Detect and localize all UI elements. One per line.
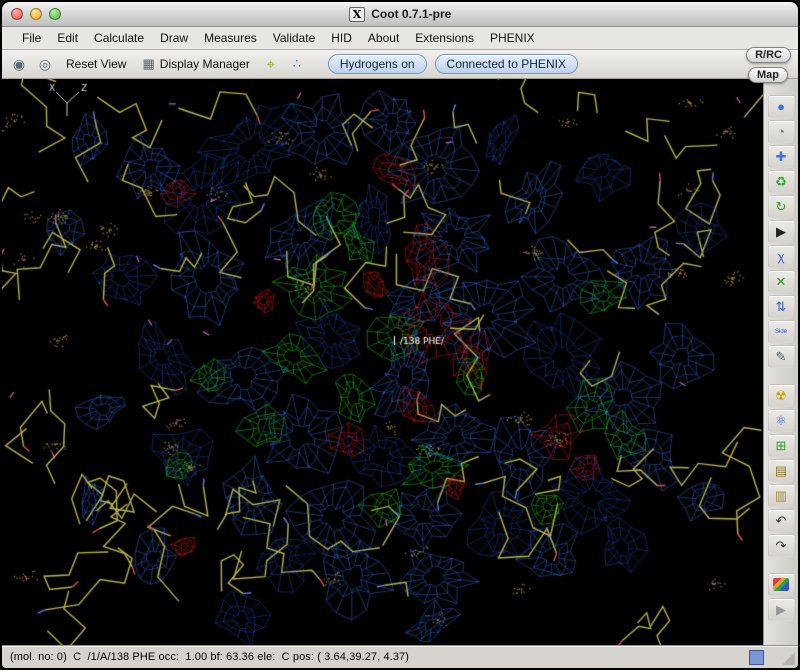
rrc-button[interactable]: R/RC — [746, 47, 791, 63]
toolbar-circle-icon-2[interactable]: ◎ — [36, 56, 54, 73]
display-manager-icon: ▦ — [142, 56, 154, 72]
auto-fit-rotamer-icon[interactable]: ↻ — [768, 195, 795, 218]
status-indicator — [749, 650, 764, 665]
flip-peptide-icon: ⇅ — [776, 300, 787, 313]
title-bar[interactable]: X Coot 0.7.1-pre — [2, 2, 798, 27]
toolbar-expand-icon: ▶ — [776, 603, 786, 616]
place-atom-icon: ▤ — [775, 464, 787, 477]
run-refmac-icon: ☢ — [775, 389, 787, 402]
menu-item-measures[interactable]: Measures — [196, 29, 265, 47]
modelling-toolbar: ● ◔ ✚ ♻ ↻ ▶ χ ✕ ⇅ Side ✎ ☢ ⚛ ⊞ ▤ ▥ ↶ ↷ ▶ — [763, 79, 798, 645]
go-to-atom-icon[interactable]: ∴ — [288, 56, 306, 72]
edit-chi-angles-icon: χ — [778, 250, 785, 263]
menu-item-file[interactable]: File — [14, 29, 49, 47]
close-window-button[interactable] — [11, 8, 23, 20]
main-toolbar: ◉ ◎ Reset View ▦ Display Manager ⌖ ∴ Hyd… — [2, 50, 798, 79]
mutate-residue-icon[interactable]: ✎ — [768, 345, 795, 368]
run-refmac-icon[interactable]: ☢ — [768, 384, 795, 407]
rotamers-icon[interactable]: ▶ — [768, 220, 795, 243]
window-title: X Coot 0.7.1-pre — [2, 2, 798, 26]
rotate-translate-icon[interactable]: ♻ — [768, 170, 795, 193]
add-terminal-residue-icon: ⊞ — [776, 439, 787, 452]
flip-peptide-icon[interactable]: ⇅ — [768, 295, 795, 318]
undo-icon: ↶ — [776, 514, 787, 527]
status-text: (mol. no: 0) C /1/A/138 PHE occ: 1.00 bf… — [10, 651, 409, 663]
zoom-window-button[interactable] — [49, 8, 61, 20]
status-bar: (mol. no: 0) C /1/A/138 PHE occ: 1.00 bf… — [2, 645, 798, 668]
menu-item-about[interactable]: About — [360, 29, 407, 47]
clear-pending-icon[interactable]: ▥ — [768, 484, 795, 507]
menu-bar: File Edit Calculate Draw Measures Valida… — [2, 27, 798, 50]
place-atom-icon[interactable]: ▤ — [768, 459, 795, 482]
resize-grip[interactable] — [782, 652, 795, 665]
side-chain-180-icon: Side — [775, 329, 787, 335]
rigid-body-fit-icon[interactable]: ✚ — [768, 145, 795, 168]
redo-icon[interactable]: ↷ — [768, 534, 795, 557]
reset-view-button[interactable]: Reset View — [62, 55, 130, 73]
side-chain-180-icon[interactable]: Side — [768, 320, 795, 343]
auto-fit-rotamer-icon: ↻ — [776, 200, 787, 213]
phenix-connection-button[interactable]: Connected to PHENIX — [435, 54, 578, 74]
3d-viewport[interactable] — [2, 79, 763, 649]
menu-item-phenix[interactable]: PHENIX — [482, 29, 543, 47]
delete-atom-icon: ⚛ — [775, 414, 787, 427]
menu-item-edit[interactable]: Edit — [49, 29, 86, 47]
x11-logo-icon: X — [349, 7, 366, 22]
regularize-zone-icon: ◔ — [777, 125, 785, 138]
ligand-key-icon[interactable]: ⌖ — [262, 56, 280, 73]
mutate-residue-icon: ✎ — [776, 350, 787, 363]
minimize-window-button[interactable] — [30, 8, 42, 20]
regularize-zone-icon[interactable]: ◔ — [768, 120, 795, 143]
main-area: ● ◔ ✚ ♻ ↻ ▶ χ ✕ ⇅ Side ✎ ☢ ⚛ ⊞ ▤ ▥ ↶ ↷ ▶ — [2, 79, 798, 645]
toolbar-expand-icon[interactable]: ▶ — [768, 598, 795, 621]
undo-icon[interactable]: ↶ — [768, 509, 795, 532]
clear-pending-icon: ▥ — [775, 489, 787, 502]
torsion-general-icon: ✕ — [776, 275, 787, 288]
menu-item-validate[interactable]: Validate — [265, 29, 323, 47]
traffic-lights — [11, 8, 61, 20]
menu-item-calculate[interactable]: Calculate — [86, 29, 152, 47]
menu-item-hid[interactable]: HID — [323, 29, 360, 47]
add-terminal-residue-icon[interactable]: ⊞ — [768, 434, 795, 457]
delete-atom-icon[interactable]: ⚛ — [768, 409, 795, 432]
window-inner: X Coot 0.7.1-pre File Edit Calculate Dra… — [2, 2, 798, 668]
real-space-refine-icon[interactable]: ● — [768, 95, 795, 118]
menu-item-draw[interactable]: Draw — [152, 29, 196, 47]
display-control-icon[interactable] — [768, 573, 795, 596]
rotate-translate-icon: ♻ — [775, 175, 787, 188]
torsion-general-icon[interactable]: ✕ — [768, 270, 795, 293]
display-manager-label: Display Manager — [160, 57, 250, 71]
redo-icon: ↷ — [776, 539, 787, 552]
map-button[interactable]: Map — [748, 67, 788, 83]
toolbar-circle-icon-1[interactable]: ◉ — [10, 56, 28, 73]
display-control-icon — [773, 578, 789, 591]
hydrogens-toggle-button[interactable]: Hydrogens on — [328, 54, 427, 74]
window-title-text: Coot 0.7.1-pre — [371, 7, 451, 21]
rigid-body-fit-icon: ✚ — [776, 150, 787, 163]
coot-window: X Coot 0.7.1-pre File Edit Calculate Dra… — [0, 0, 800, 670]
display-manager-button[interactable]: ▦ Display Manager — [138, 54, 253, 74]
rotamers-icon: ▶ — [776, 225, 786, 238]
edit-chi-angles-icon[interactable]: χ — [768, 245, 795, 268]
menu-item-extensions[interactable]: Extensions — [407, 29, 482, 47]
real-space-refine-icon: ● — [777, 100, 785, 113]
